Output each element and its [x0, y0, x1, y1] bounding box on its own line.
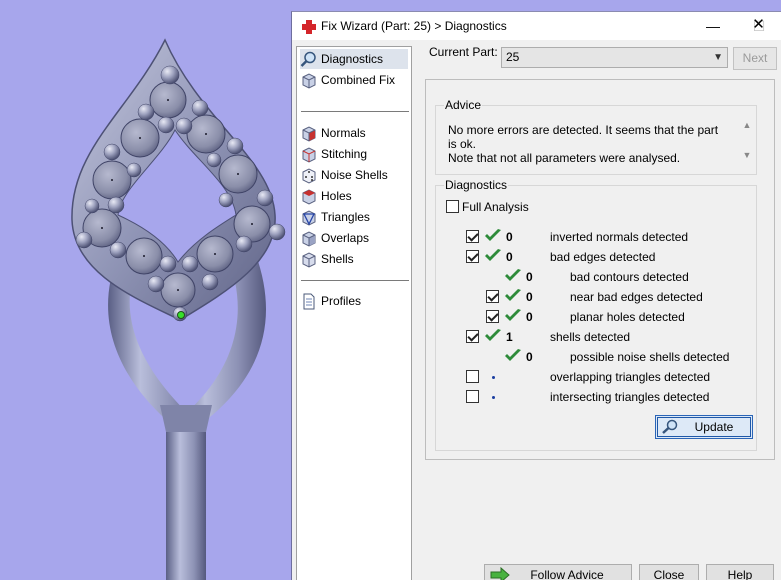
- stitching-cube-icon: [302, 146, 316, 163]
- close-button[interactable]: Close: [639, 564, 699, 580]
- red-cube-icon: [302, 125, 316, 142]
- scroll-down-icon[interactable]: ▼: [741, 149, 753, 161]
- diagnostics-group: Diagnostics Full Analysis 0 inverted nor…: [435, 178, 757, 451]
- advice-group: Advice No more errors are detected. It s…: [435, 98, 757, 175]
- diag-row-text: near bad edges detected: [570, 290, 703, 304]
- nav-item-noise-shells[interactable]: Noise Shells: [300, 165, 408, 185]
- nav-item-holes[interactable]: Holes: [300, 186, 408, 206]
- dice-icon: [302, 167, 316, 184]
- planar-holes-checkbox[interactable]: [486, 310, 499, 323]
- diagnostics-panel: Advice No more errors are detected. It s…: [425, 79, 775, 460]
- help-button[interactable]: Help: [706, 564, 774, 580]
- overlapping-triangles-checkbox[interactable]: [466, 370, 479, 383]
- wizard-nav: Diagnostics Combined Fix Normals Stitchi…: [296, 46, 412, 580]
- nav-item-profiles[interactable]: Profiles: [300, 291, 408, 311]
- fix-wizard-window: Fix Wizard (Part: 25) > Diagnostics — ☐ …: [291, 11, 781, 580]
- nav-item-combined-fix[interactable]: Combined Fix: [300, 70, 408, 90]
- pending-dot-icon: [492, 396, 495, 399]
- nav-item-diagnostics[interactable]: Diagnostics: [300, 49, 408, 69]
- cube-icon: [302, 72, 316, 89]
- diag-row-text: possible noise shells detected: [570, 350, 730, 364]
- follow-advice-button[interactable]: Follow Advice: [484, 564, 632, 580]
- near-bad-edges-checkbox[interactable]: [486, 290, 499, 303]
- diag-row-text: bad contours detected: [570, 270, 689, 284]
- diag-row-text: bad edges detected: [550, 250, 656, 264]
- triangle-icon: [302, 209, 316, 226]
- hole-cube-icon: [302, 188, 316, 205]
- inverted-normals-checkbox[interactable]: [466, 230, 479, 243]
- diag-row-text: overlapping triangles detected: [550, 370, 711, 384]
- window-title: Fix Wizard (Part: 25) > Diagnostics: [321, 19, 507, 33]
- 3d-viewport[interactable]: [0, 0, 292, 580]
- nav-item-overlaps[interactable]: Overlaps: [300, 228, 408, 248]
- minimize-button[interactable]: —: [690, 12, 736, 40]
- nav-item-shells[interactable]: Shells: [300, 249, 408, 269]
- title-bar[interactable]: Fix Wizard (Part: 25) > Diagnostics — ☐: [292, 12, 781, 40]
- nav-item-normals[interactable]: Normals: [300, 123, 408, 143]
- scroll-up-icon[interactable]: ▲: [741, 119, 753, 131]
- green-check-icon: [485, 229, 501, 241]
- advice-label: Advice: [444, 98, 483, 112]
- green-check-icon: [505, 309, 521, 321]
- bad-edges-checkbox[interactable]: [466, 250, 479, 263]
- diag-row-text: intersecting triangles detected: [550, 390, 710, 404]
- advice-text: No more errors are detected. It seems th…: [448, 123, 719, 165]
- close-window-button[interactable]: ✕: [736, 11, 781, 39]
- magnifier-icon: [300, 51, 316, 67]
- diagnostics-label: Diagnostics: [444, 178, 509, 192]
- current-part-value: 25: [506, 50, 520, 64]
- nav-item-triangles[interactable]: Triangles: [300, 207, 408, 227]
- green-check-icon: [505, 349, 521, 361]
- shells-checkbox[interactable]: [466, 330, 479, 343]
- next-button[interactable]: Next: [733, 47, 777, 70]
- green-check-icon: [485, 329, 501, 341]
- diag-row-text: shells detected: [550, 330, 631, 344]
- overlap-cube-icon: [302, 230, 316, 247]
- green-check-icon: [485, 249, 501, 261]
- diag-row-text: planar holes detected: [570, 310, 685, 324]
- current-part-select[interactable]: 25 ▼: [501, 47, 728, 68]
- nav-separator: [301, 280, 409, 281]
- pending-dot-icon: [492, 376, 495, 379]
- chevron-down-icon: ▼: [713, 52, 723, 63]
- green-arrow-icon: [490, 567, 510, 580]
- full-analysis-checkbox[interactable]: [446, 200, 459, 213]
- update-button[interactable]: Update: [655, 415, 753, 439]
- document-icon: [303, 293, 315, 309]
- green-check-icon: [505, 289, 521, 301]
- green-check-icon: [505, 269, 521, 281]
- full-analysis-label: Full Analysis: [462, 200, 529, 214]
- nav-item-stitching[interactable]: Stitching: [300, 144, 408, 164]
- model-render: [71, 38, 286, 580]
- intersecting-triangles-checkbox[interactable]: [466, 390, 479, 403]
- nav-separator: [301, 111, 409, 112]
- shells-cube-icon: [302, 251, 316, 268]
- diag-row-text: inverted normals detected: [550, 230, 689, 244]
- current-part-label: Current Part:: [429, 45, 498, 59]
- red-cross-icon: [302, 20, 316, 34]
